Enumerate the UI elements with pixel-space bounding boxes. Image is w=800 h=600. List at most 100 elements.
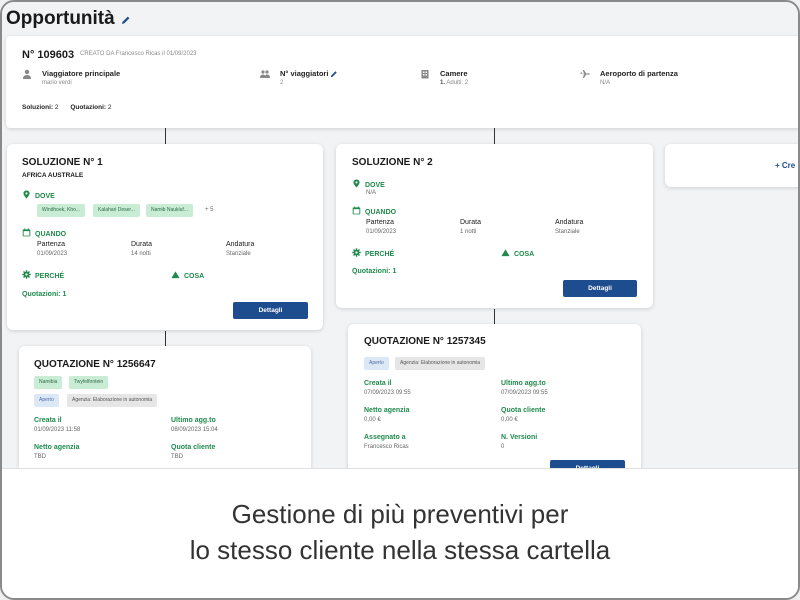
duration-value: 1 notti — [460, 229, 477, 235]
assigned-label: Assegnato a — [364, 434, 406, 441]
gear-icon — [352, 248, 361, 257]
duration-label: Durata — [460, 219, 482, 226]
mountain-icon — [171, 270, 180, 279]
screenshot-frame: Opportunità N° 109603 CREATO DA Francesc… — [0, 0, 800, 600]
updated-label: Ultimo agg.to — [171, 417, 216, 424]
group-icon — [260, 69, 270, 79]
create-solution-link[interactable]: + Cre — [775, 161, 795, 170]
mountain-icon — [501, 248, 510, 257]
what-label: COSA — [514, 251, 535, 258]
direction-value: Stanziale — [555, 229, 580, 235]
client-quote-label: Quota cliente — [501, 407, 546, 414]
agency-badge: Agenzia: Elaborazione in autonomia — [67, 394, 158, 407]
status-badge: Aperto — [34, 394, 59, 407]
what-section-label: COSA — [171, 270, 204, 280]
destination-chip[interactable]: Namibia — [34, 376, 63, 389]
quote-title: QUOTAZIONE N° 1256647 — [34, 359, 156, 370]
connector-line — [494, 128, 495, 144]
destination-chip[interactable]: Twyfelfontein — [69, 376, 109, 389]
more-destinations[interactable]: + 5 — [205, 207, 214, 213]
map-pin-icon — [22, 190, 31, 199]
field-value: 1. Adulti: 2 — [440, 80, 468, 86]
destination-chip[interactable]: Kalahari Deser... — [93, 204, 140, 217]
solution-subtitle: AFRICA AUSTRALE — [22, 172, 84, 179]
client-quote-value: TBD — [171, 454, 183, 460]
room-occupancy: Adulti: 2 — [446, 80, 469, 86]
destination-chip[interactable]: Namib Naukluf... — [146, 204, 193, 217]
direction-value: Stanziale — [226, 251, 251, 257]
created-info: CREATO DA Francesco Ricas il 01/09/2023 — [80, 51, 197, 57]
app-view: Opportunità N° 109603 CREATO DA Francesc… — [2, 2, 798, 468]
versions-value: 0 — [501, 444, 505, 450]
created-value: 01/09/2023 11:58 — [34, 427, 81, 433]
create-solution-card[interactable]: + Cre — [665, 144, 798, 187]
details-button[interactable]: Dettagli — [550, 460, 625, 468]
where-label: DOVE — [35, 193, 55, 200]
direction-label: Andatura — [226, 241, 255, 248]
airplane-icon — [580, 69, 590, 79]
calendar-icon — [352, 206, 361, 215]
created-value: 07/09/2023 09:55 — [364, 390, 411, 396]
room-index: 1. — [440, 80, 446, 86]
solution-card-1: SOLUZIONE N° 1 AFRICA AUSTRALE DOVE Wind… — [7, 144, 323, 330]
departure-value: 01/09/2023 — [37, 251, 68, 257]
solution-quotes-count: Quotazioni: 1 — [352, 268, 397, 275]
solution-quotes-count: Quotazioni: 1 — [22, 291, 67, 298]
connector-line — [165, 331, 166, 346]
departure-label: Partenza — [37, 241, 66, 248]
solution-card-2: SOLUZIONE N° 2 DOVE N/A QUANDO Partenza … — [336, 144, 653, 308]
duration-value: 14 notti — [131, 251, 151, 257]
why-section-label: PERCHÉ — [22, 270, 64, 280]
client-quote-value: 0,00 € — [501, 417, 518, 423]
solution-title: SOLUZIONE N° 2 — [352, 157, 433, 168]
where-label: DOVE — [365, 182, 385, 189]
field-value: mario verdi — [42, 80, 72, 86]
quotes-label: Quotazioni: — [70, 104, 107, 111]
net-agency-label: Netto agenzia — [364, 407, 410, 414]
field-label: Aeroporto di partenza — [600, 69, 678, 78]
versions-label: N. Versioni — [501, 434, 538, 441]
net-agency-label: Netto agenzia — [34, 444, 80, 451]
field-value: N/A — [600, 80, 611, 86]
created-label: Creata il — [34, 417, 62, 424]
when-section-label: QUANDO — [22, 228, 66, 238]
map-pin-icon — [352, 179, 361, 188]
solutions-label: Soluzioni: — [22, 104, 54, 111]
details-button[interactable]: Dettagli — [233, 302, 308, 319]
destination-chip[interactable]: Windhoek, Kho... — [37, 204, 86, 217]
caption-line-2: lo stesso cliente nella stessa cartella — [189, 535, 611, 565]
field-value: 2 — [280, 80, 284, 86]
agency-badge: Agenzia: Elaborazione in autonomia — [395, 357, 486, 370]
where-section-label: DOVE — [352, 179, 385, 189]
details-button[interactable]: Dettagli — [563, 280, 637, 297]
caption-line-1: Gestione di più preventivi per — [231, 499, 569, 529]
departure-value: 01/09/2023 — [366, 229, 397, 235]
updated-value: 08/09/2023 15:04 — [171, 427, 218, 433]
when-label: QUANDO — [35, 231, 67, 238]
why-label: PERCHÉ — [35, 273, 65, 280]
field-label: Camere — [440, 69, 468, 78]
when-section-label: QUANDO — [352, 206, 396, 216]
calendar-icon — [22, 228, 31, 237]
what-label: COSA — [184, 273, 205, 280]
opportunity-header-card: N° 109603 CREATO DA Francesco Ricas il 0… — [6, 36, 798, 128]
duration-label: Durata — [131, 241, 153, 248]
gear-icon — [22, 270, 31, 279]
what-section-label: COSA — [501, 248, 534, 258]
when-label: QUANDO — [365, 209, 397, 216]
created-label: Creata il — [364, 380, 392, 387]
net-agency-value: TBD — [34, 454, 46, 460]
field-label: Viaggiatore principale — [42, 69, 121, 78]
pencil-icon[interactable] — [330, 70, 338, 78]
quote-title: QUOTAZIONE N° 1257345 — [364, 336, 486, 347]
why-section-label: PERCHÉ — [352, 248, 394, 258]
client-quote-label: Quota cliente — [171, 444, 216, 451]
updated-value: 07/09/2023 09:55 — [501, 390, 548, 396]
quote-card-2: QUOTAZIONE N° 1257345 Aperto Agenzia: El… — [348, 324, 641, 468]
opportunity-number: N° 109603 — [22, 49, 75, 61]
building-icon — [420, 69, 430, 79]
caption-panel: Gestione di più preventivi per lo stesso… — [2, 468, 798, 598]
page-title: Opportunità — [6, 8, 115, 29]
pencil-icon[interactable] — [121, 15, 131, 25]
net-agency-value: 0,00 € — [364, 417, 381, 423]
